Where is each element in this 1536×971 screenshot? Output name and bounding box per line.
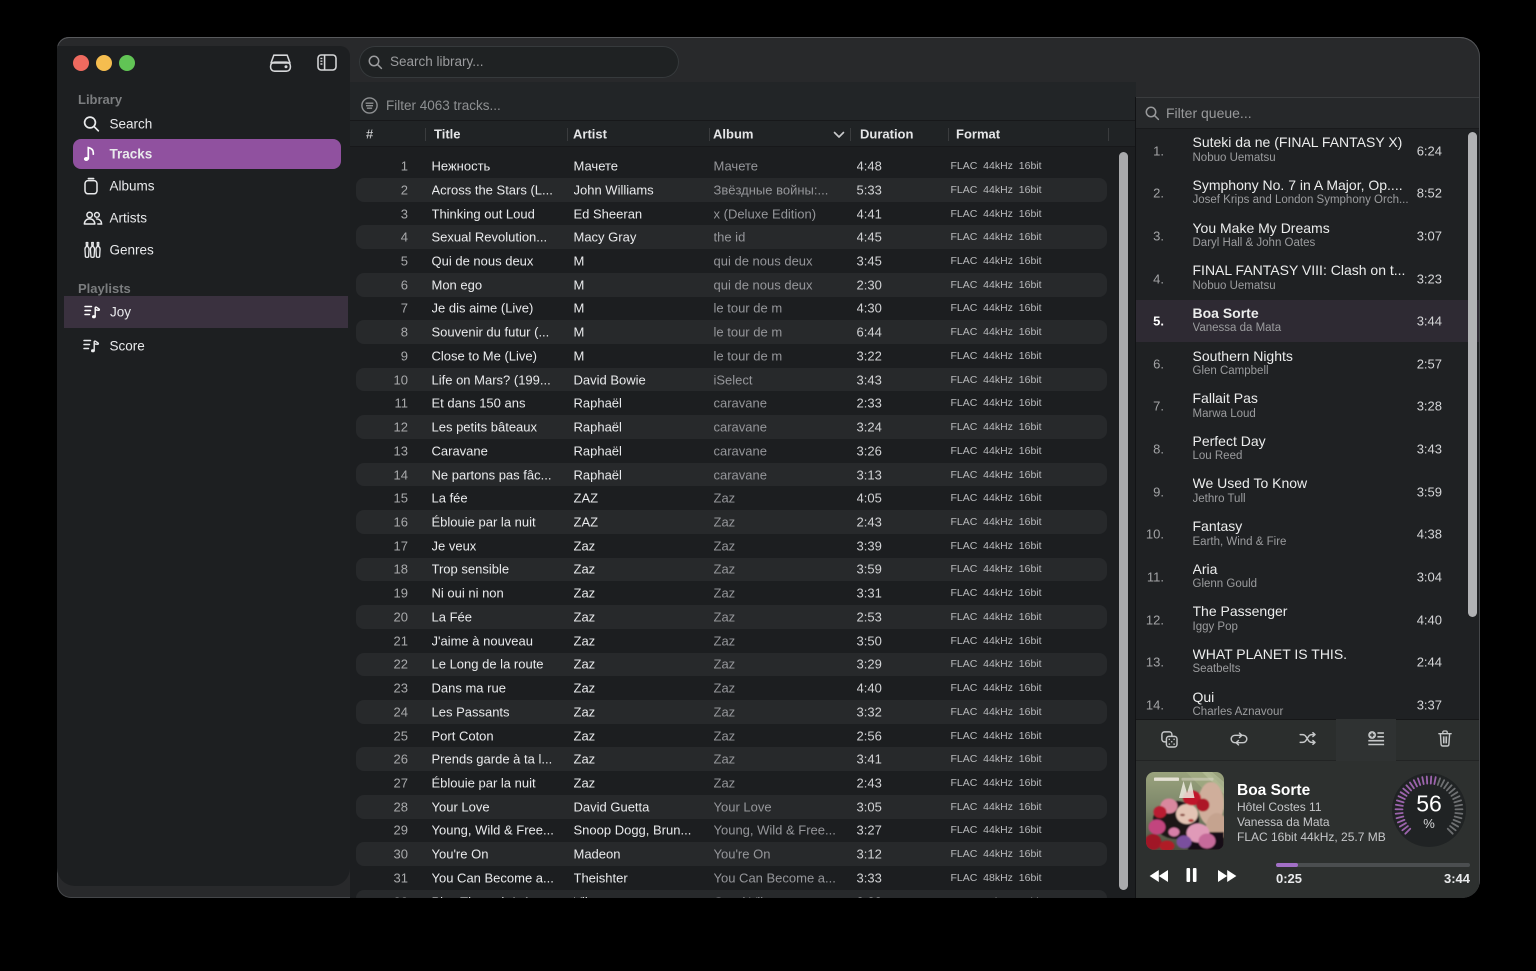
svg-text:56: 56 (1416, 791, 1442, 817)
svg-text:%: % (1423, 816, 1435, 831)
